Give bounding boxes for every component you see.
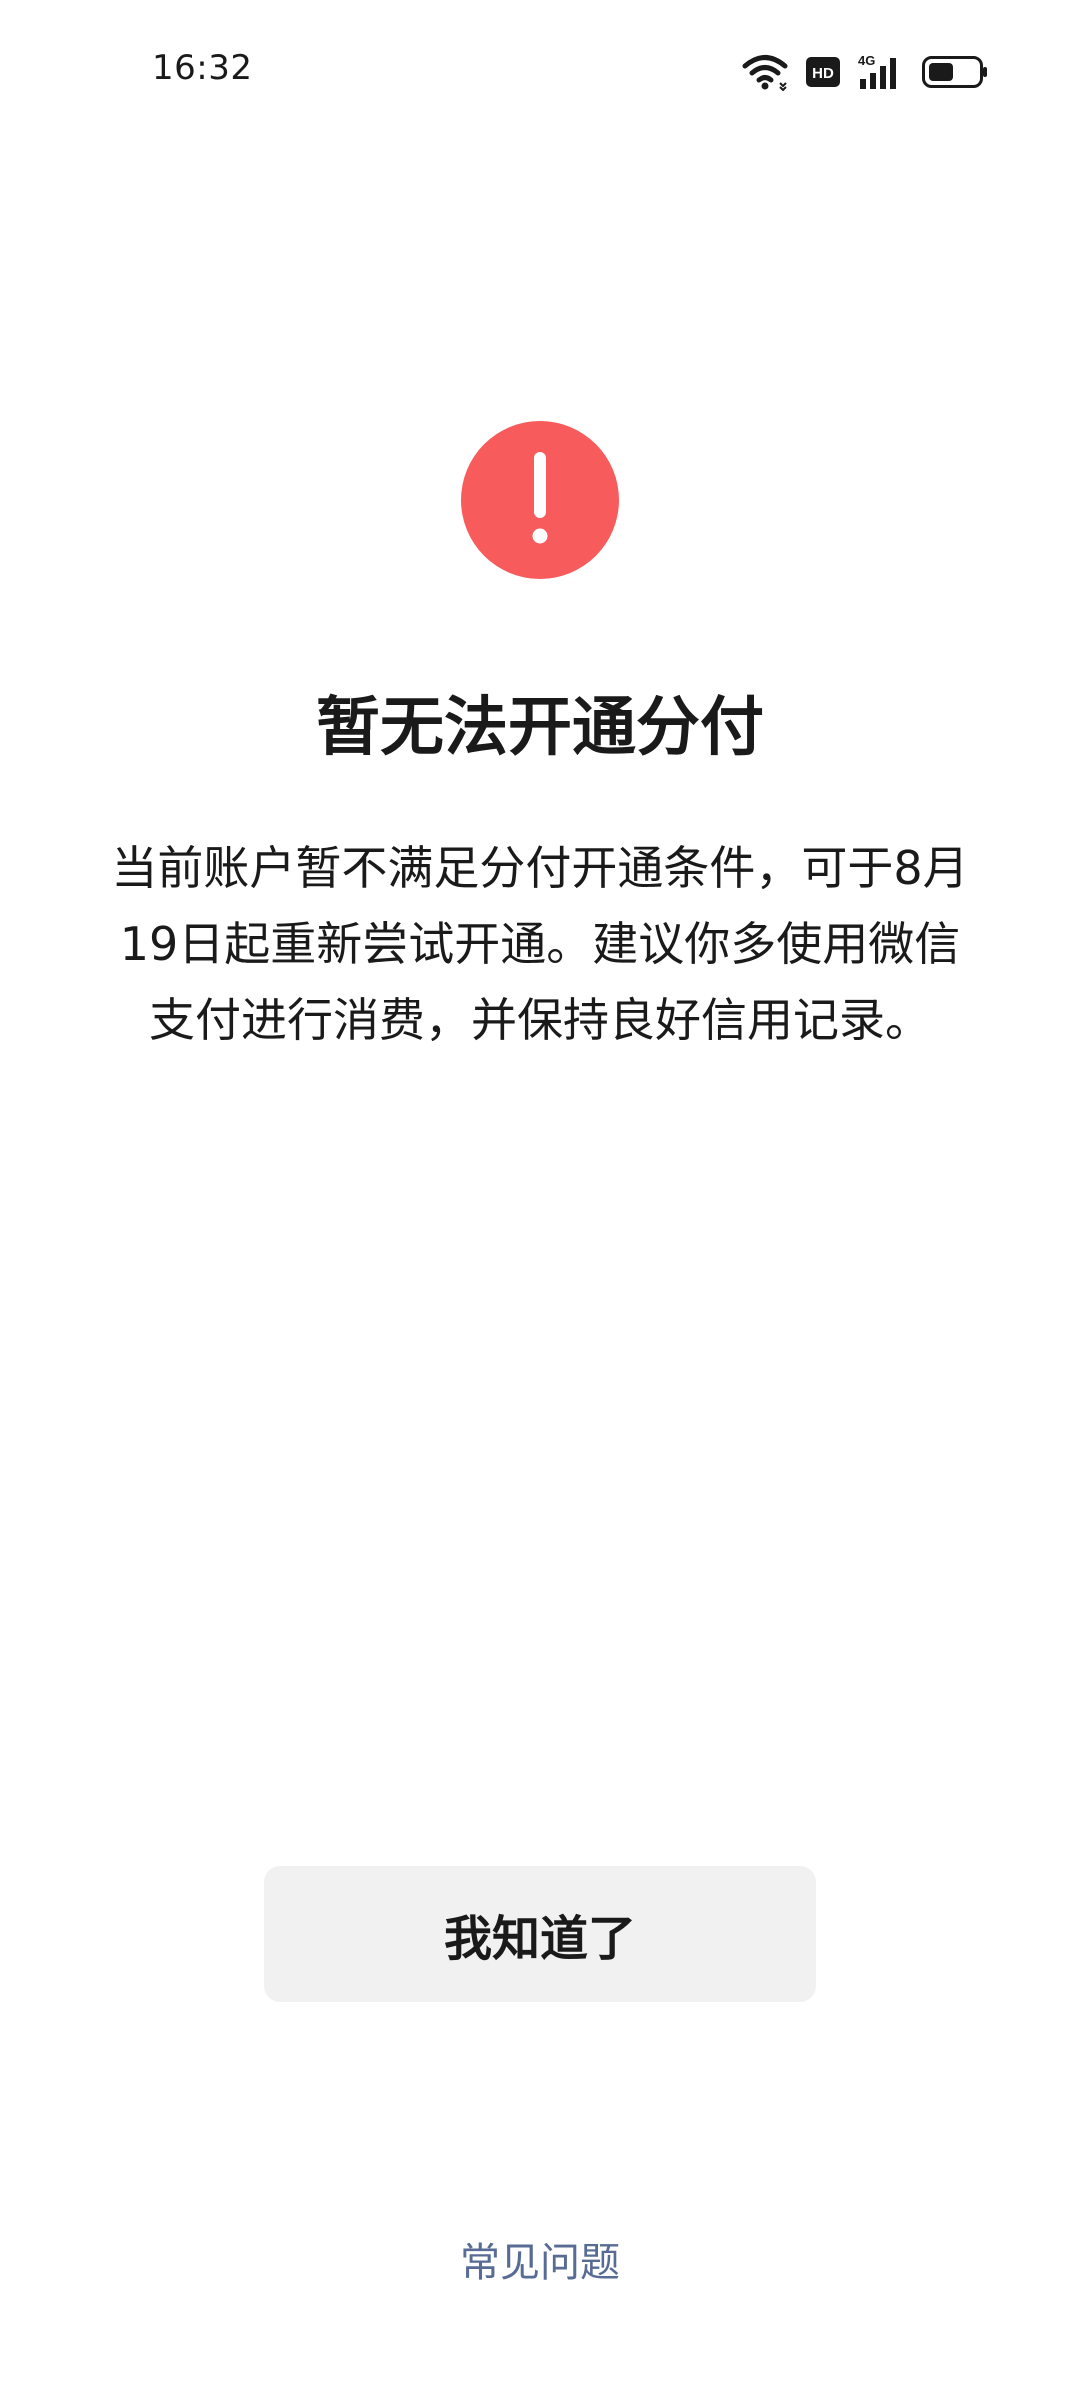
status-icons: HD 4G bbox=[742, 48, 988, 96]
wifi-icon bbox=[742, 53, 788, 91]
status-time: 16:32 bbox=[152, 48, 253, 88]
battery-icon bbox=[922, 56, 988, 88]
4g-signal-icon: 4G bbox=[858, 53, 904, 91]
status-bar: 16:32 HD 4G bbox=[0, 0, 1080, 140]
hd-label: HD bbox=[812, 65, 834, 82]
faq-link[interactable]: 常见问题 bbox=[0, 2230, 1080, 2288]
acknowledge-button[interactable]: 我知道了 bbox=[264, 1866, 816, 2002]
exclamation-icon bbox=[460, 420, 620, 580]
network-label: 4G bbox=[858, 53, 875, 68]
page-title: 暂无法开通分付 bbox=[316, 691, 764, 765]
alert-message: 当前账户暂不满足分付开通条件，可于8月19日起重新尝试开通。建议你多使用微信支付… bbox=[111, 841, 969, 1047]
hd-icon: HD bbox=[806, 57, 840, 87]
